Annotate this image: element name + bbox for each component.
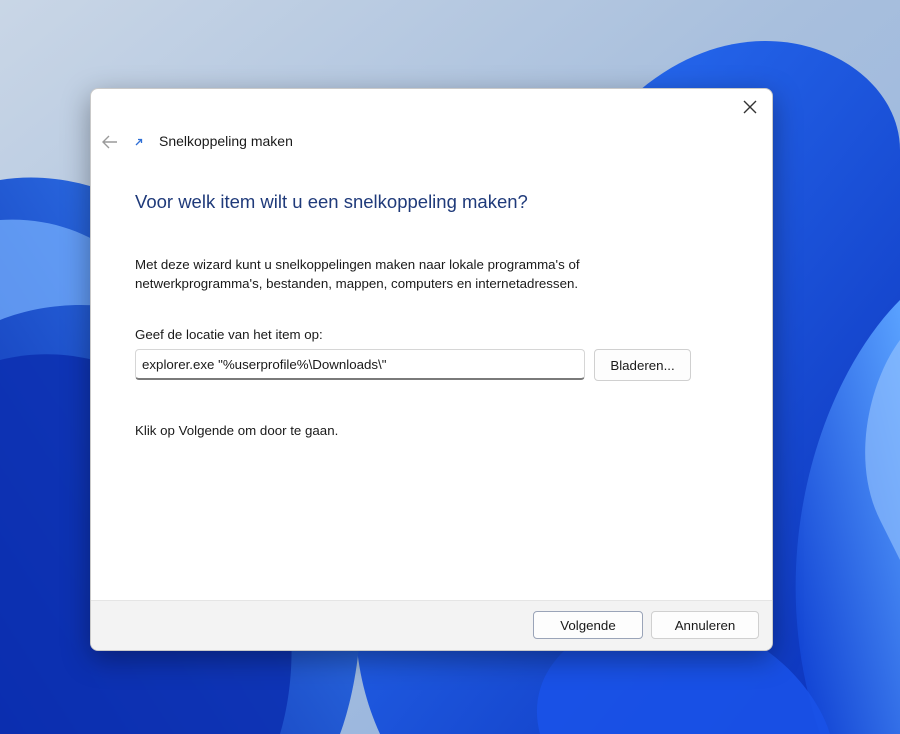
cancel-button[interactable]: Annuleren (651, 611, 759, 639)
next-button[interactable]: Volgende (533, 611, 643, 639)
back-arrow-icon (102, 135, 117, 149)
window-title: Snelkoppeling maken (159, 133, 293, 149)
location-label: Geef de locatie van het item op: (135, 327, 323, 342)
dialog-footer: Volgende Annuleren (91, 600, 772, 650)
wizard-heading: Voor welk item wilt u een snelkoppeling … (135, 191, 528, 212)
close-button[interactable] (736, 95, 764, 119)
create-shortcut-dialog: Snelkoppeling maken Voor welk item wilt … (90, 88, 773, 651)
browse-button[interactable]: Bladeren... (594, 349, 691, 381)
close-icon (743, 100, 757, 114)
continue-hint: Klik op Volgende om door te gaan. (135, 423, 339, 438)
location-input[interactable] (135, 349, 585, 380)
wizard-description: Met deze wizard kunt u snelkoppelingen m… (135, 257, 580, 291)
shortcut-arrow-icon (135, 138, 143, 146)
back-button[interactable] (99, 133, 121, 151)
